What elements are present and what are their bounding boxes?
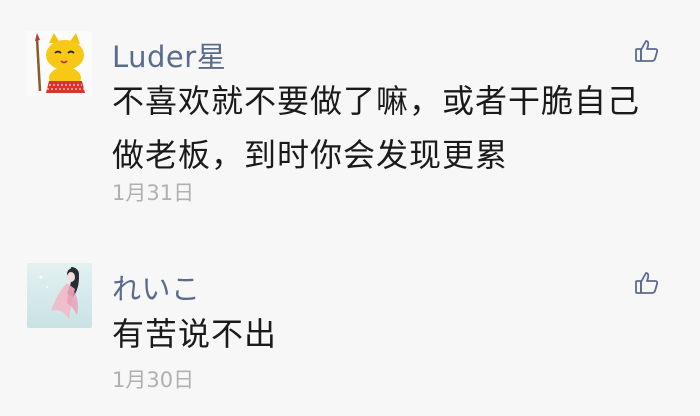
comment-item: Luder星 不喜欢就不要做了嘛，或者干脆自己做老板，到时你会发现更累 1月31… xyxy=(0,0,700,230)
comment-author-name[interactable]: れいこ xyxy=(112,266,201,308)
thumbs-up-icon[interactable] xyxy=(634,38,660,64)
comment-list: Luder星 不喜欢就不要做了嘛，或者干脆自己做老板，到时你会发现更累 1月31… xyxy=(0,0,700,416)
comment-author-name[interactable]: Luder星 xyxy=(112,34,226,76)
comment-item: れいこ 有苦说不出 1月30日 xyxy=(0,230,700,416)
comment-date: 1月30日 xyxy=(112,368,195,392)
comment-date: 1月31日 xyxy=(112,181,195,205)
thumbs-up-icon[interactable] xyxy=(634,270,660,296)
anime-girl-avatar-icon[interactable] xyxy=(27,263,92,328)
cartoon-cat-avatar-icon[interactable] xyxy=(27,31,92,96)
comment-text: 有苦说不出 xyxy=(112,315,278,353)
comment-text: 不喜欢就不要做了嘛，或者干脆自己做老板，到时你会发现更累 xyxy=(112,82,641,174)
